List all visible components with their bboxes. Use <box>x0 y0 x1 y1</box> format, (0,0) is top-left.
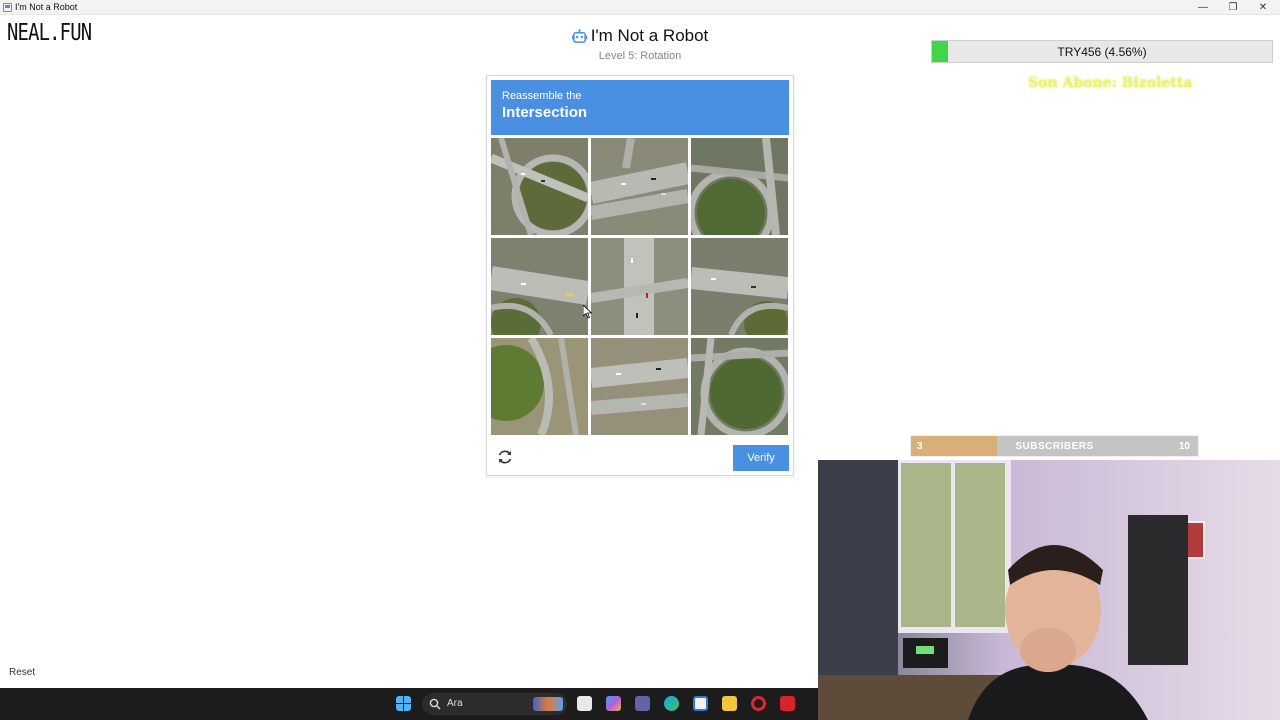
mouse-cursor-icon <box>583 305 593 319</box>
captcha-widget: Reassemble the Intersection Verify <box>486 75 794 476</box>
puzzle-tile[interactable] <box>591 138 688 235</box>
puzzle-tile[interactable] <box>491 238 588 335</box>
maximize-button[interactable]: ❐ <box>1218 0 1248 15</box>
puzzle-tile[interactable] <box>691 138 788 235</box>
windows-start-icon[interactable] <box>396 696 411 711</box>
goal-progress-bar: TRY456 (4.56%) <box>931 40 1273 63</box>
app-icon <box>3 3 12 12</box>
search-highlight-icon <box>533 697 563 711</box>
puzzle-tile[interactable] <box>691 338 788 435</box>
subscriber-goal-bar: 3 SUBSCRIBERS 10 <box>910 435 1199 457</box>
refresh-icon[interactable] <box>496 448 514 466</box>
reset-button[interactable]: Reset <box>9 667 35 678</box>
window-title: I'm Not a Robot <box>15 2 78 12</box>
instruction-target: Intersection <box>502 104 588 121</box>
copilot-icon[interactable] <box>606 696 621 711</box>
puzzle-tile[interactable] <box>591 238 688 335</box>
instruction-text: Reassemble the <box>502 90 582 102</box>
game-title: I'm Not a Robot <box>590 26 709 45</box>
verify-button[interactable]: Verify <box>733 445 789 471</box>
captcha-instruction-banner: Reassemble the Intersection <box>491 80 789 135</box>
minimize-button[interactable]: — <box>1188 0 1218 15</box>
last-subscriber-label: Son Abone: Bizoletta <box>1028 75 1193 91</box>
edge-icon[interactable] <box>664 696 679 711</box>
teams-icon[interactable] <box>635 696 650 711</box>
task-view-icon[interactable] <box>577 696 592 711</box>
opera-icon[interactable] <box>751 696 766 711</box>
goal-progress-label: TRY456 (4.56%) <box>1057 44 1147 59</box>
puzzle-tile[interactable] <box>691 238 788 335</box>
webcam-feed <box>818 460 1280 720</box>
search-placeholder: Ara <box>447 698 463 709</box>
puzzle-tile[interactable] <box>491 138 588 235</box>
close-button[interactable]: ✕ <box>1248 0 1278 15</box>
file-explorer-icon[interactable] <box>722 696 737 711</box>
search-icon <box>429 698 441 710</box>
taskbar-search[interactable]: Ara <box>422 693 567 715</box>
puzzle-grid <box>491 138 789 436</box>
puzzle-tile[interactable] <box>591 338 688 435</box>
robot-icon <box>571 28 587 43</box>
level-label: Level 5: Rotation <box>598 50 682 62</box>
site-logo[interactable]: NEAL.FUN <box>7 20 92 46</box>
store-icon[interactable] <box>693 696 708 711</box>
subscriber-label: SUBSCRIBERS <box>1015 441 1094 452</box>
taskbar: Ara <box>0 688 818 720</box>
puzzle-tile[interactable] <box>491 338 588 435</box>
window-titlebar: I'm Not a Robot — ❐ ✕ <box>0 0 1280 15</box>
game-header: I'm Not a Robot Level 5: Rotation <box>540 26 740 62</box>
wps-icon[interactable] <box>780 696 795 711</box>
subscriber-goal: 10 <box>1178 441 1190 452</box>
